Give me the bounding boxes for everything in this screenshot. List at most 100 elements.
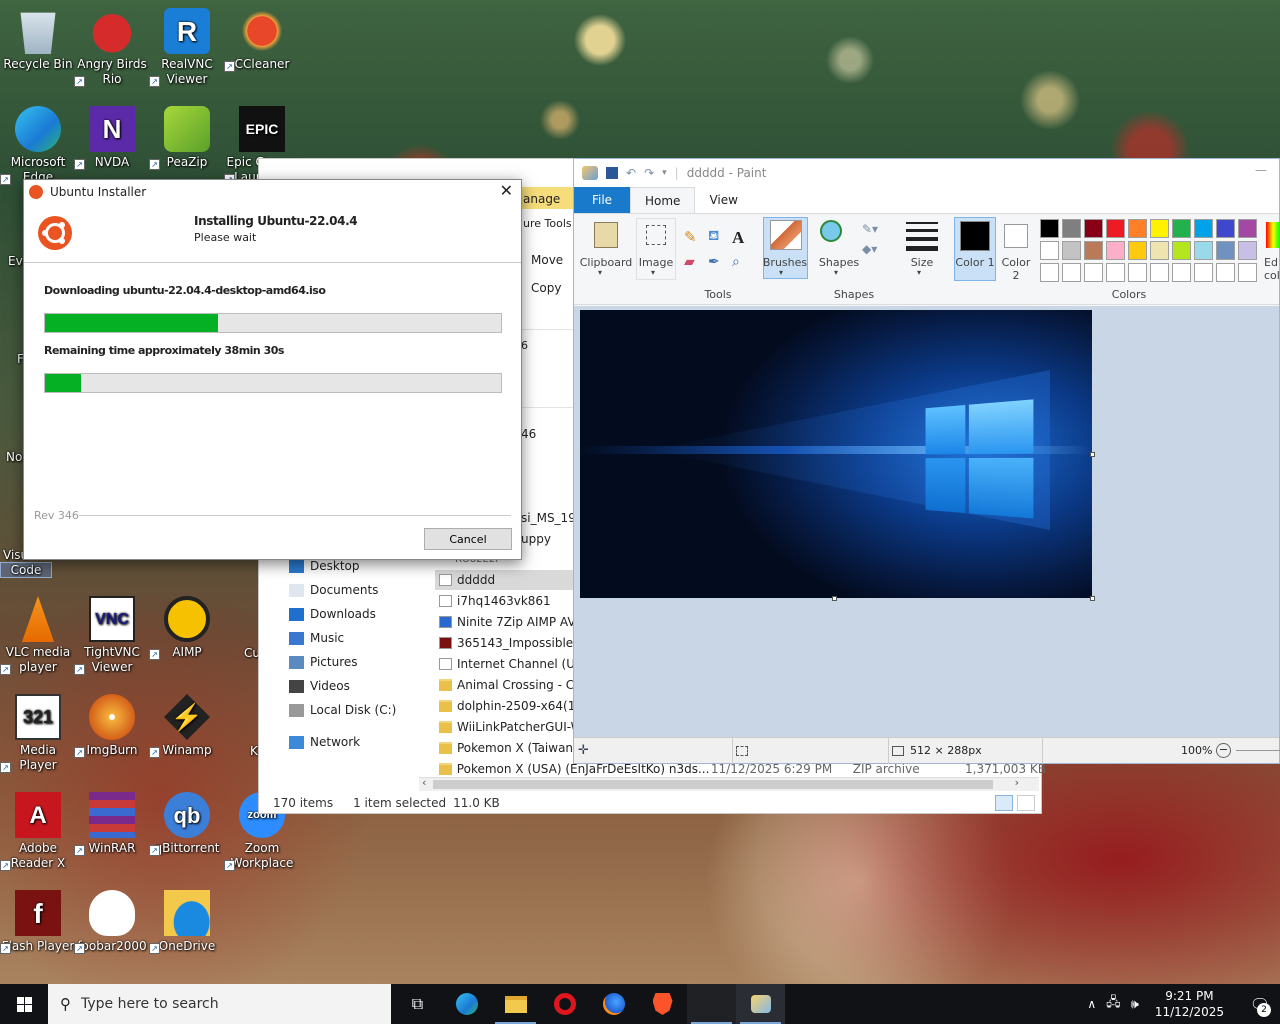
desktop-icon[interactable]: ↗ f Flash Player (0, 890, 76, 954)
palette-swatch[interactable] (1128, 241, 1147, 260)
pencil-icon[interactable]: ✎ (684, 228, 708, 248)
desktop-icon[interactable]: Recycle Bin (0, 8, 76, 72)
palette-swatch[interactable] (1172, 263, 1191, 282)
desktop-icon[interactable]: ↗ R RealVNC Viewer (149, 8, 225, 87)
taskbar-paint[interactable] (736, 984, 785, 1024)
show-hidden-icons-icon[interactable]: ∧ (1087, 997, 1096, 1011)
redo-icon[interactable]: ↷ (644, 166, 654, 180)
palette-swatch[interactable] (1238, 241, 1257, 260)
task-view-button[interactable]: ⧉ (393, 984, 442, 1024)
nav-item[interactable]: Documents (289, 583, 378, 597)
size-button[interactable] (906, 222, 938, 251)
resize-handle-corner[interactable] (1090, 596, 1095, 601)
zoom-out-icon[interactable]: − (1216, 743, 1231, 758)
taskbar-brave[interactable] (638, 984, 687, 1024)
copy-to-button[interactable]: Copy (531, 281, 561, 295)
magnifier-icon[interactable]: ⌕ (732, 254, 756, 270)
nav-item[interactable]: Desktop (289, 559, 360, 573)
palette-swatch[interactable] (1172, 241, 1191, 260)
nav-item[interactable]: Local Disk (C:) (289, 703, 396, 717)
partial-label-code[interactable]: Code (0, 562, 52, 578)
brushes-button[interactable] (763, 217, 808, 279)
desktop-icon[interactable]: ↗ Microsoft Edge (0, 106, 76, 185)
palette-swatch[interactable] (1216, 241, 1235, 260)
file-row[interactable]: i7hq1463vk861 (435, 591, 575, 611)
clipboard-button[interactable] (580, 218, 632, 280)
file-row[interactable]: WiiLinkPatcherGUI-Wi (435, 717, 575, 737)
palette-swatch[interactable] (1128, 263, 1147, 282)
palette-swatch[interactable] (1150, 263, 1169, 282)
clock[interactable]: 9:21 PM 11/12/2025 (1149, 988, 1230, 1020)
file-row[interactable]: Internet Channel (USA (435, 654, 575, 674)
desktop-icon[interactable]: ↗ OneDrive (149, 890, 225, 954)
file-row[interactable]: Pokemon X (Taiwan) (E (435, 738, 575, 758)
ubuntu-installer-dialog[interactable]: Ubuntu Installer ✕ Installing Ubuntu-22.… (23, 179, 522, 560)
palette-swatch[interactable] (1106, 241, 1125, 260)
nav-item[interactable]: Downloads (289, 607, 376, 621)
palette-swatch[interactable] (1238, 219, 1257, 238)
file-row[interactable]: Animal Crossing - City (435, 675, 575, 695)
action-center-button[interactable]: 🗨 2 (1240, 984, 1280, 1024)
large-icons-view-icon[interactable] (1017, 795, 1035, 811)
scroll-left-icon[interactable]: ‹ (422, 776, 426, 789)
shapes-button[interactable] (820, 220, 854, 250)
paint-window[interactable]: ↶ ↷ ▾ | ddddd - Paint — File Home View C… (573, 158, 1280, 764)
palette-swatch[interactable] (1150, 241, 1169, 260)
taskbar-firefox[interactable] (589, 984, 638, 1024)
file-row[interactable]: 365143_Impossible_Qu (435, 633, 575, 653)
canvas-area[interactable] (574, 306, 1279, 739)
scrollbar-thumb[interactable] (433, 780, 993, 789)
palette-swatch[interactable] (1084, 263, 1103, 282)
palette-swatch[interactable] (1238, 263, 1257, 282)
palette-swatch[interactable] (1040, 219, 1059, 238)
palette-swatch[interactable] (1062, 263, 1081, 282)
file-row[interactable]: dolphin-2509-x64(1) (435, 696, 575, 716)
details-view-icon[interactable] (995, 795, 1013, 811)
move-to-button[interactable]: Move (531, 253, 563, 267)
desktop-icon[interactable]: ↗ A Adobe Reader X (0, 792, 76, 871)
image-button[interactable] (636, 218, 676, 280)
palette-swatch[interactable] (1194, 219, 1213, 238)
desktop-icon[interactable]: ↗ ⚡ Winamp (149, 694, 225, 758)
nav-item[interactable]: Network (289, 735, 360, 749)
search-box[interactable]: ⚲ Type here to search (48, 984, 391, 1024)
palette-swatch[interactable] (1150, 219, 1169, 238)
palette-swatch[interactable] (1194, 263, 1213, 282)
palette-swatch[interactable] (1062, 241, 1081, 260)
desktop-icon[interactable]: ↗ WinRAR (74, 792, 150, 856)
taskbar-ubuntu-installer[interactable] (687, 984, 736, 1024)
desktop-icon[interactable]: ↗ N NVDA (74, 106, 150, 170)
scroll-right-icon[interactable]: › (1015, 776, 1019, 789)
nav-item[interactable]: Music (289, 631, 344, 645)
taskbar-opera[interactable] (540, 984, 589, 1024)
save-icon[interactable] (606, 167, 618, 179)
taskbar-file-explorer[interactable] (491, 984, 540, 1024)
color-picker-icon[interactable]: ✒ (708, 254, 732, 270)
palette-swatch[interactable] (1216, 219, 1235, 238)
minimize-icon[interactable]: — (1255, 163, 1267, 177)
palette-swatch[interactable] (1084, 219, 1103, 238)
outline-icon[interactable]: ✎▾ (862, 222, 878, 236)
file-row[interactable]: ddddd (435, 570, 575, 590)
color2-swatch[interactable] (1004, 224, 1028, 248)
text-icon[interactable]: A (732, 228, 756, 248)
palette-swatch[interactable] (1084, 241, 1103, 260)
resize-handle-right[interactable] (1090, 452, 1095, 457)
palette-swatch[interactable] (1062, 219, 1081, 238)
tab-file[interactable]: File (574, 187, 630, 213)
tab-home[interactable]: Home (630, 187, 696, 213)
palette-swatch[interactable] (1128, 219, 1147, 238)
zoom-slider[interactable] (1236, 750, 1280, 751)
palette-swatch[interactable] (1040, 263, 1059, 282)
palette-swatch[interactable] (1216, 263, 1235, 282)
horizontal-scrollbar[interactable]: ‹ › (419, 776, 1039, 791)
palette-swatch[interactable] (1106, 263, 1125, 282)
edit-colors-icon[interactable] (1266, 222, 1280, 248)
nav-item[interactable]: Videos (289, 679, 350, 693)
taskbar-edge[interactable] (442, 984, 491, 1024)
volume-icon[interactable]: 🕪 (1131, 997, 1139, 1012)
tab-view[interactable]: View (695, 187, 751, 213)
desktop-icon[interactable]: ↗ PeaZip (149, 106, 225, 170)
quick-access-dropdown-icon[interactable]: ▾ (662, 168, 667, 178)
palette-swatch[interactable] (1040, 241, 1059, 260)
